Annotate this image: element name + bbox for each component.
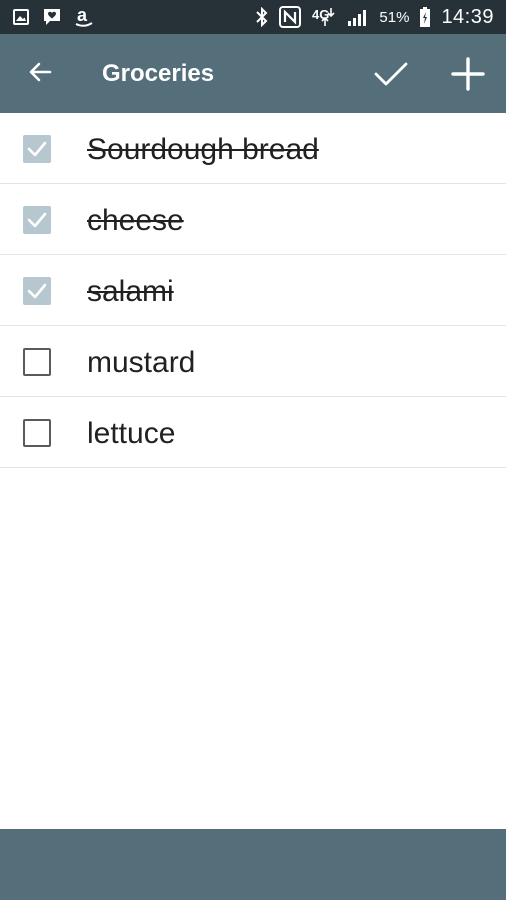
gallery-icon [12,8,30,26]
list-item[interactable]: mustard [0,326,506,397]
bottom-bar [0,829,506,900]
checkbox-checked[interactable] [23,277,51,305]
app-bar: Groceries [0,34,506,113]
back-button[interactable] [22,54,58,90]
status-time: 14:39 [441,5,494,28]
message-icon [42,7,62,27]
check-icon [27,283,47,299]
done-button[interactable] [371,54,411,94]
checkbox-unchecked[interactable] [23,348,51,376]
grocery-list: Sourdough bread cheese salami mustard le… [0,113,506,468]
4g-icon: 4G [311,6,337,28]
bluetooth-icon [255,7,269,27]
status-bar: a 4G 51% 14:39 [0,0,506,34]
list-item[interactable]: lettuce [0,397,506,468]
checkbox-checked[interactable] [23,206,51,234]
add-item-button[interactable] [448,54,488,94]
list-item[interactable]: cheese [0,184,506,255]
battery-percent: 51% [379,8,410,26]
nfc-icon [279,6,302,28]
amazon-icon: a [74,6,94,28]
checkbox-checked[interactable] [23,135,51,163]
check-icon [374,62,408,86]
item-label: lettuce [87,417,176,450]
status-right-icons: 4G 51% 14:39 [255,6,494,29]
check-icon [27,212,47,228]
plus-icon [451,57,485,91]
battery-icon [419,6,431,28]
page-title: Groceries [102,60,215,87]
svg-text:a: a [77,6,88,25]
item-label: salami [87,275,174,308]
status-left-icons: a [12,6,94,28]
arrow-back-icon [29,62,52,82]
check-icon [27,141,47,157]
signal-icon [347,7,369,27]
list-item[interactable]: salami [0,255,506,326]
item-label: cheese [87,204,184,237]
item-label: mustard [87,346,196,379]
item-label: Sourdough bread [87,133,319,166]
list-item[interactable]: Sourdough bread [0,113,506,184]
checkbox-unchecked[interactable] [23,419,51,447]
